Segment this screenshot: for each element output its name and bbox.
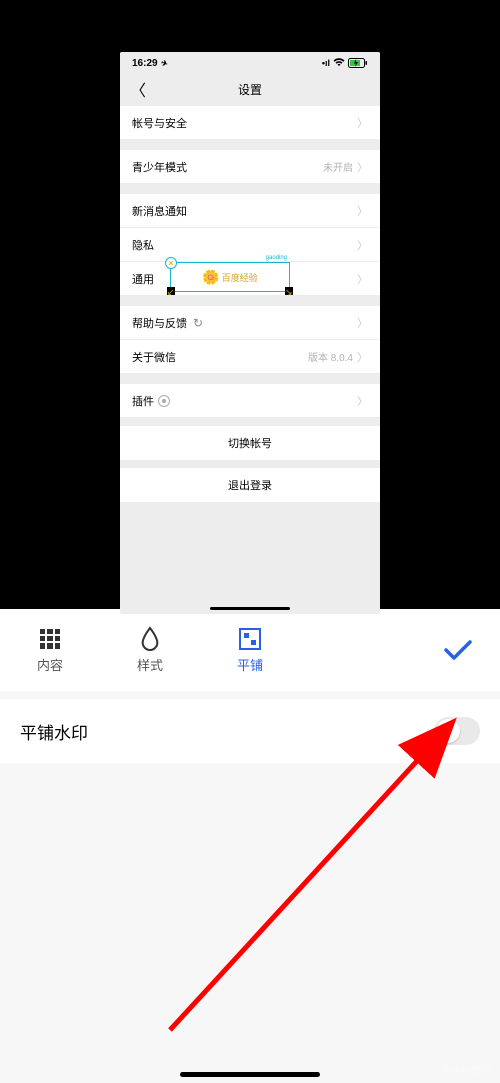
close-icon[interactable]: ✕: [165, 257, 177, 269]
baidu-watermark: Baidu经验: [442, 1061, 492, 1077]
status-bar: 16:29 ✈ •ıl: [120, 52, 380, 74]
status-time: 16:29: [132, 58, 158, 69]
tab-label: 平铺: [237, 655, 263, 674]
tab-style[interactable]: 样式: [100, 627, 200, 674]
row-privacy[interactable]: 隐私 〉: [120, 228, 380, 262]
chevron-right-icon: 〉: [357, 393, 368, 409]
chevron-right-icon: 〉: [357, 115, 368, 131]
row-notifications[interactable]: 新消息通知 〉: [120, 194, 380, 228]
resize-handle-br[interactable]: ↘: [285, 287, 293, 295]
row-plugins[interactable]: 插件 〉: [120, 384, 380, 418]
tab-label: 内容: [37, 655, 63, 674]
watermark-text: 百度经验: [222, 271, 258, 284]
chevron-right-icon: 〉: [357, 203, 368, 219]
row-help-feedback[interactable]: 帮助与反馈 ↻ 〉: [120, 306, 380, 340]
chevron-right-icon: 〉: [357, 315, 368, 331]
tile-watermark-toggle[interactable]: [434, 717, 480, 745]
option-label: 平铺水印: [20, 719, 88, 744]
home-indicator[interactable]: [180, 1072, 320, 1077]
tile-watermark-row: 平铺水印: [0, 699, 500, 763]
home-indicator-inner: [210, 607, 290, 610]
version-label: 版本 8.0.4: [308, 349, 353, 364]
row-label: 青少年模式: [132, 159, 187, 175]
editor-toolbar: 内容 样式 平铺: [0, 609, 500, 691]
row-status: 未开启: [323, 159, 353, 174]
row-label: 关于微信: [132, 349, 176, 365]
nav-bar: 〈 设置: [120, 74, 380, 104]
back-button[interactable]: 〈: [130, 77, 146, 101]
phone-preview: 16:29 ✈ •ıl 〈 设置 帐号与安全 〉: [120, 52, 380, 614]
battery-icon: [348, 58, 368, 68]
row-label: 新消息通知: [132, 203, 187, 219]
row-label: 帐号与安全: [132, 115, 187, 131]
resize-handle-bl[interactable]: ↙: [167, 287, 175, 295]
plugin-icon: [158, 395, 170, 407]
refresh-icon: ↻: [193, 316, 203, 330]
row-account-security[interactable]: 帐号与安全 〉: [120, 106, 380, 140]
row-label: 插件: [132, 393, 154, 409]
flower-icon: 🌼: [202, 269, 219, 286]
chevron-right-icon: 〉: [357, 349, 368, 365]
location-icon: ✈: [159, 58, 168, 69]
grid-icon: [38, 627, 62, 651]
wifi-icon: [333, 58, 345, 69]
preview-area: 16:29 ✈ •ıl 〈 设置 帐号与安全 〉: [0, 0, 500, 609]
chevron-right-icon: 〉: [357, 159, 368, 175]
row-about[interactable]: 关于微信 版本 8.0.4 〉: [120, 340, 380, 374]
signal-icon: •ıl: [322, 58, 330, 68]
chevron-right-icon: 〉: [357, 237, 368, 253]
row-teen-mode[interactable]: 青少年模式 未开启〉: [120, 150, 380, 184]
row-label: 帮助与反馈: [132, 315, 187, 331]
check-icon: [442, 638, 474, 662]
tab-tile[interactable]: 平铺: [200, 627, 300, 674]
tile-icon: [238, 627, 262, 651]
chevron-right-icon: 〉: [357, 271, 368, 287]
watermark-edit-box[interactable]: 🌼 百度经验 ✕ ↙ ↘ gaoding: [170, 262, 290, 292]
row-general[interactable]: 通用 〉 🌼 百度经验 ✕ ↙ ↘ gaoding: [120, 262, 380, 296]
switch-account-button[interactable]: 切换帐号: [120, 426, 380, 460]
page-title: 设置: [120, 81, 380, 98]
row-label: 隐私: [132, 237, 154, 253]
drop-icon: [138, 627, 162, 651]
row-label: 通用: [132, 271, 154, 287]
confirm-button[interactable]: [300, 638, 500, 662]
tab-label: 样式: [137, 655, 163, 674]
logout-button[interactable]: 退出登录: [120, 468, 380, 502]
gaoding-label: gaoding: [266, 255, 287, 261]
tab-content[interactable]: 内容: [0, 627, 100, 674]
